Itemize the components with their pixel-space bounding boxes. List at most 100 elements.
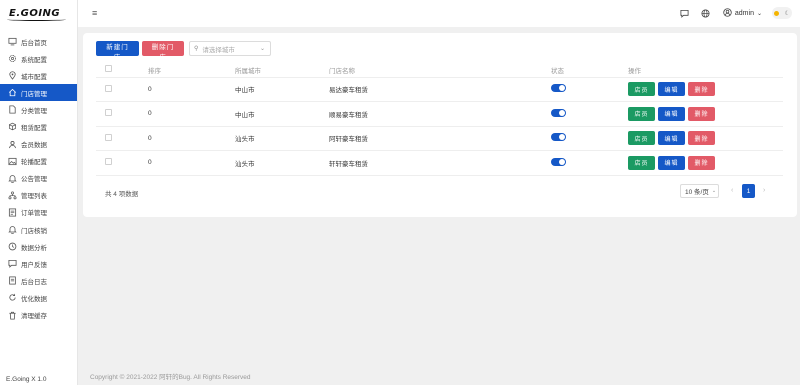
- edit-button[interactable]: 编辑: [658, 82, 685, 97]
- bell-icon: [8, 225, 17, 235]
- theme-toggle[interactable]: ☾: [772, 7, 792, 19]
- staff-button[interactable]: 店员: [628, 131, 655, 146]
- cell-sort: 0: [148, 126, 235, 151]
- row-checkbox[interactable]: [105, 109, 112, 117]
- sidebar: E.GOING 后台首页系统配置城市配置门店管理分类管理租赁配置会员数据轮播配置…: [0, 0, 78, 385]
- cell-store-name: 易达豪车租赁: [329, 77, 551, 102]
- user-avatar-icon: [723, 7, 732, 19]
- chevron-down-icon: ⌄: [711, 188, 717, 194]
- globe-icon[interactable]: [701, 8, 711, 18]
- file-icon: [8, 105, 17, 114]
- moon-icon: ☾: [784, 10, 790, 17]
- top-header: ≡ admin ⌄ ☾: [78, 0, 800, 27]
- page-number-current[interactable]: 1: [742, 184, 755, 198]
- sidebar-item[interactable]: 系统配置: [0, 50, 77, 67]
- delete-button[interactable]: 删除: [688, 106, 715, 121]
- cell-sort: 0: [148, 101, 235, 127]
- edit-button[interactable]: 编辑: [658, 131, 685, 146]
- status-switch[interactable]: [551, 133, 566, 142]
- cell-store-name: 顺易豪车租赁: [329, 101, 551, 127]
- table-row: 0 中山市 顺易豪车租赁 店员 编辑 删除: [96, 101, 783, 127]
- status-switch[interactable]: [551, 108, 566, 117]
- sidebar-item[interactable]: 清理缓存: [0, 307, 77, 324]
- sidebar-item-label: 后台首页: [21, 39, 47, 47]
- sidebar-item[interactable]: 门店核销: [0, 221, 77, 238]
- org-icon: [8, 191, 17, 200]
- next-page-icon[interactable]: ›: [763, 187, 765, 194]
- sun-icon: [774, 10, 779, 16]
- document-icon: [8, 276, 17, 285]
- sidebar-item-label: 优化数据: [21, 295, 47, 303]
- col-city: 所属城市: [235, 63, 329, 78]
- delete-button[interactable]: 删除: [688, 82, 715, 97]
- status-switch[interactable]: [551, 84, 566, 93]
- sidebar-item[interactable]: 分类管理: [0, 101, 77, 118]
- edit-button[interactable]: 编辑: [658, 155, 685, 170]
- sidebar-item-label: 后台日志: [21, 278, 47, 286]
- col-sort[interactable]: 排序: [148, 63, 235, 78]
- message-icon[interactable]: [680, 8, 690, 18]
- total-count: 共 4 项数据: [105, 191, 139, 198]
- status-switch[interactable]: [551, 157, 566, 166]
- version-label: E.Going X 1.0: [6, 376, 47, 383]
- sidebar-item-label: 分类管理: [21, 107, 47, 115]
- sidebar-item-label: 用户反馈: [21, 261, 47, 269]
- sidebar-item[interactable]: 订单管理: [0, 204, 77, 221]
- sidebar-item[interactable]: 数据分析: [0, 238, 77, 255]
- sidebar-item-label: 门店核销: [21, 227, 47, 235]
- sidebar-item[interactable]: 公告管理: [0, 170, 77, 187]
- sidebar-item[interactable]: 会员数据: [0, 136, 77, 153]
- refresh-icon: [8, 293, 17, 302]
- staff-button[interactable]: 店员: [628, 155, 655, 170]
- trash-icon: [8, 311, 17, 320]
- sidebar-item-label: 轮播配置: [21, 159, 47, 167]
- col-store-name: 门店名称: [329, 63, 551, 78]
- city-select[interactable]: ⚲ 请选择城市 ⌄: [189, 41, 271, 56]
- store-table: 排序 所属城市 门店名称 状态 操作 0 中山市 易达豪车租赁 店员 编辑 删除 0 中山市顺…: [96, 63, 783, 176]
- sidebar-item[interactable]: 后台日志: [0, 272, 77, 289]
- sidebar-item-label: 门店管理: [21, 90, 47, 98]
- store-list-card: 新建门店 删除门店 ⚲ 请选择城市 ⌄ 排序 所属城市 门店名称 状态 操作 0…: [83, 33, 797, 217]
- list-icon: [8, 208, 17, 217]
- sidebar-item-label: 租赁配置: [21, 124, 47, 132]
- monitor-icon: [8, 37, 17, 46]
- sidebar-item-label: 数据分析: [21, 244, 47, 252]
- sidebar-item-label: 系统配置: [21, 56, 47, 64]
- delete-store-button[interactable]: 删除门店: [142, 41, 184, 61]
- delete-button[interactable]: 删除: [688, 155, 715, 170]
- user-menu[interactable]: admin ⌄: [723, 7, 762, 19]
- clock-icon: [8, 242, 17, 251]
- delete-button[interactable]: 删除: [688, 131, 715, 146]
- add-store-button[interactable]: 新建门店: [96, 41, 139, 61]
- sidebar-item[interactable]: 城市配置: [0, 67, 77, 84]
- location-pin-icon: ⚲: [194, 46, 199, 52]
- sidebar-item-label: 城市配置: [21, 73, 47, 81]
- select-all-checkbox[interactable]: [105, 65, 112, 73]
- edit-button[interactable]: 编辑: [658, 106, 685, 121]
- staff-button[interactable]: 店员: [628, 82, 655, 97]
- box-icon: [8, 122, 17, 131]
- sidebar-item-label: 清理缓存: [21, 313, 47, 320]
- logo-text: E.GOING: [6, 8, 67, 21]
- menu-toggle-icon[interactable]: ≡: [92, 8, 97, 18]
- row-checkbox[interactable]: [105, 84, 112, 92]
- cell-store-name: 轩轩豪车租赁: [329, 150, 551, 176]
- sidebar-item[interactable]: 门店管理: [0, 84, 77, 102]
- row-checkbox[interactable]: [105, 158, 112, 166]
- table-row: 0 汕头市 阿轩豪车租赁 店员 编辑 删除: [96, 126, 783, 151]
- sidebar-item[interactable]: 管理列表: [0, 187, 77, 204]
- cell-city: 中山市: [235, 101, 329, 127]
- chat-icon: [8, 259, 17, 269]
- chevron-down-icon: ⌄: [756, 10, 762, 17]
- sidebar-item[interactable]: 租赁配置: [0, 118, 77, 135]
- row-checkbox[interactable]: [105, 133, 112, 141]
- prev-page-icon[interactable]: ‹: [731, 187, 733, 194]
- sidebar-item[interactable]: 优化数据: [0, 289, 77, 306]
- sidebar-item[interactable]: 用户反馈: [0, 255, 77, 272]
- sidebar-item[interactable]: 后台首页: [0, 33, 77, 50]
- staff-button[interactable]: 店员: [628, 106, 655, 121]
- page-size-select[interactable]: 10 条/页 ⌄: [680, 184, 719, 198]
- sidebar-item-label: 公告管理: [21, 176, 47, 184]
- sidebar-item[interactable]: 轮播配置: [0, 153, 77, 170]
- logo[interactable]: E.GOING: [0, 0, 77, 27]
